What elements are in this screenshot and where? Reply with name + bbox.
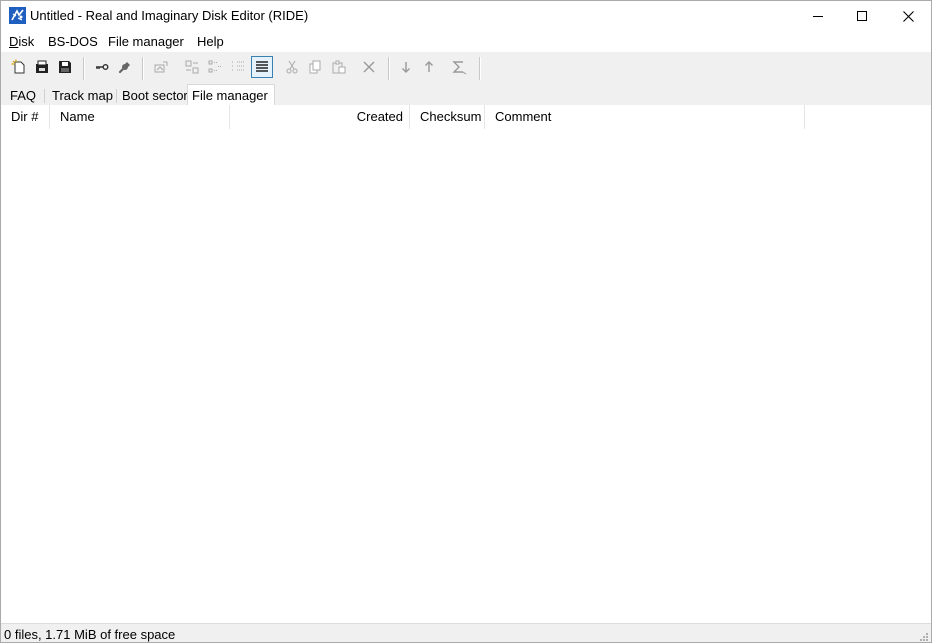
resize-grip-icon[interactable] <box>919 630 929 641</box>
column-header-dir[interactable]: Dir # <box>1 105 50 129</box>
title-bar[interactable]: Untitled - Real and Imaginary Disk Edito… <box>1 1 931 31</box>
column-header-name[interactable]: Name <box>50 105 230 129</box>
toolbar <box>1 52 931 84</box>
save-icon[interactable] <box>54 56 76 78</box>
tab-divider <box>44 89 45 103</box>
wrench-icon[interactable] <box>114 56 136 78</box>
menu-bs-dos[interactable]: BS-DOS <box>48 34 98 49</box>
details-view-icon[interactable] <box>251 56 273 78</box>
column-header-created[interactable]: Created <box>230 105 410 129</box>
open-icon[interactable] <box>31 56 53 78</box>
column-header-comment[interactable]: Comment <box>485 105 805 129</box>
ride-window: Untitled - Real and Imaginary Disk Edito… <box>0 0 932 643</box>
tab-boot-sector[interactable]: Boot sector <box>118 87 192 105</box>
file-list[interactable] <box>1 129 931 623</box>
small-icons-view-icon[interactable] <box>204 56 226 78</box>
close-icon[interactable] <box>885 1 931 31</box>
minimize-icon[interactable] <box>795 1 841 31</box>
tab-track-map[interactable]: Track map <box>48 87 117 105</box>
sum-icon[interactable] <box>448 56 470 78</box>
new-file-icon[interactable] <box>8 56 30 78</box>
image-tools-icon <box>150 56 172 78</box>
tab-file-manager[interactable]: File manager <box>187 84 275 105</box>
toolbar-separator <box>388 57 390 80</box>
tab-faq[interactable]: FAQ <box>6 87 40 105</box>
file-list-header: Dir # Name Created Checksum Comment <box>1 105 931 129</box>
menu-disk-mnemonic: D <box>9 34 19 49</box>
tab-divider <box>116 89 117 103</box>
paste-icon[interactable] <box>328 56 350 78</box>
tab-strip: FAQ Track map Boot sector File manager <box>1 84 931 105</box>
move-down-icon[interactable] <box>395 56 417 78</box>
move-up-icon[interactable] <box>418 56 440 78</box>
menu-disk-label-rest: isk <box>18 34 35 49</box>
menu-disk[interactable]: Disk <box>9 34 34 49</box>
list-view-icon[interactable] <box>227 56 249 78</box>
menu-file-manager[interactable]: File manager <box>108 34 184 49</box>
status-text: 0 files, 1.71 MiB of free space <box>4 627 176 642</box>
menu-bar: Disk BS-DOS File manager Help <box>1 31 931 53</box>
status-bar: 0 files, 1.71 MiB of free space <box>1 623 931 642</box>
toolbar-separator <box>479 57 481 80</box>
delete-icon[interactable] <box>358 56 380 78</box>
cut-icon[interactable] <box>281 56 303 78</box>
toolbar-separator <box>83 57 85 80</box>
copy-icon[interactable] <box>304 56 326 78</box>
column-header-checksum[interactable]: Checksum <box>410 105 485 129</box>
toolbar-separator <box>142 57 144 80</box>
large-icons-view-icon[interactable] <box>181 56 203 78</box>
window-title: Untitled - Real and Imaginary Disk Edito… <box>30 8 309 23</box>
menu-help[interactable]: Help <box>197 34 224 49</box>
key-icon[interactable] <box>91 56 113 78</box>
ride-app-icon[interactable] <box>9 7 26 24</box>
maximize-icon[interactable] <box>839 1 885 31</box>
